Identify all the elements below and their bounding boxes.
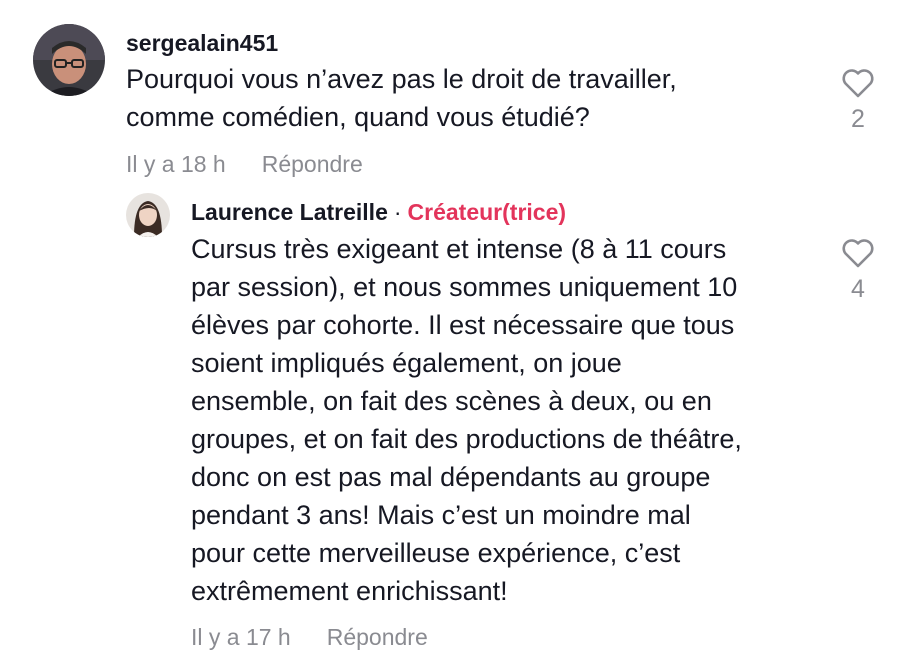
avatar-photo-man-icon xyxy=(33,24,105,96)
reply-line: pour cette merveilleuse expérience, c’es… xyxy=(191,538,681,568)
comment-line: comme comédien, quand vous étudié? xyxy=(126,102,590,132)
reply-author-line: Laurence Latreille · Créateur(trice) xyxy=(191,198,566,226)
reply-reply-button[interactable]: Répondre xyxy=(327,624,428,650)
reply-line: par session), et nous sommes uniquement … xyxy=(191,272,738,302)
reply-like-count: 4 xyxy=(851,275,865,303)
reply-like-button[interactable]: 4 xyxy=(838,238,878,304)
comment-body: Pourquoi vous n’avez pas le droit de tra… xyxy=(126,60,677,136)
reply-line: soient impliqués également, on joue xyxy=(191,348,622,378)
heart-outline-icon xyxy=(842,69,874,98)
comment-like-count: 2 xyxy=(851,105,865,133)
reply-line: ensemble, on fait des scènes à deux, ou … xyxy=(191,386,712,416)
reply-body: Cursus très exigeant et intense (8 à 11 … xyxy=(191,230,742,610)
comment-reply-button[interactable]: Répondre xyxy=(262,151,363,177)
author-separator: · xyxy=(393,199,402,225)
reply-avatar[interactable] xyxy=(126,193,170,237)
avatar-photo-woman-icon xyxy=(126,193,170,237)
reply-line: extrêmement enrichissant! xyxy=(191,576,508,606)
comment-like-button[interactable]: 2 xyxy=(838,68,878,134)
commenter-avatar[interactable] xyxy=(33,24,105,96)
reply-line: Cursus très exigeant et intense (8 à 11 … xyxy=(191,234,727,264)
reply-line: élèves par cohorte. Il est nécessaire qu… xyxy=(191,310,735,340)
creator-badge: Créateur(trice) xyxy=(407,199,567,225)
reply-line: pendant 3 ans! Mais c’est un moindre mal xyxy=(191,500,691,530)
comment-timestamp: Il y a 18 h xyxy=(126,151,226,177)
reply-timestamp: Il y a 17 h xyxy=(191,624,291,650)
reply-line: donc on est pas mal dépendants au groupe xyxy=(191,462,711,492)
heart-outline-icon xyxy=(842,239,874,268)
reply-meta: Il y a 17 h Répondre xyxy=(191,623,428,651)
comment-meta: Il y a 18 h Répondre xyxy=(126,150,363,178)
reply-line: groupes, et on fait des productions de t… xyxy=(191,424,742,454)
commenter-username[interactable]: sergealain451 xyxy=(126,29,278,57)
reply-username[interactable]: Laurence Latreille xyxy=(191,199,388,225)
comment-line: Pourquoi vous n’avez pas le droit de tra… xyxy=(126,64,677,94)
